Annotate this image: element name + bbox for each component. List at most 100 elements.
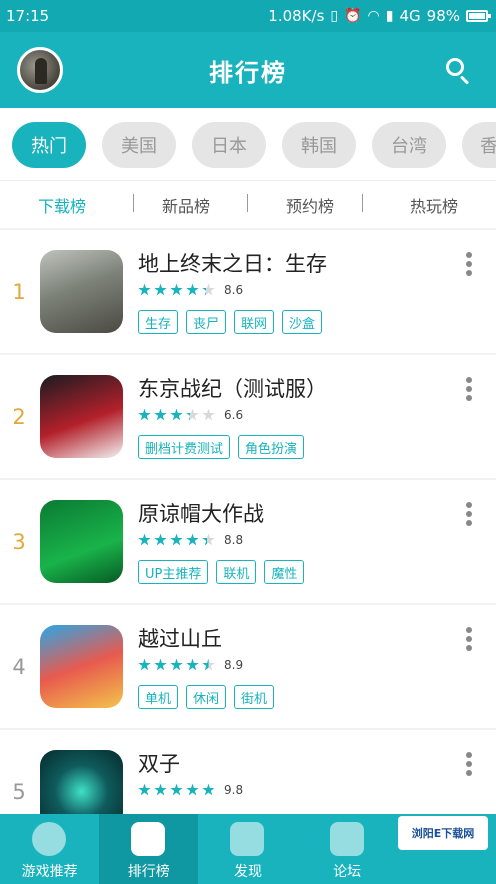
star-icon	[202, 658, 215, 671]
vibrate-icon: ▯	[330, 8, 339, 24]
tag-list: 单机 休闲 街机	[138, 685, 275, 709]
star-icon	[202, 283, 215, 296]
tag[interactable]: 休闲	[186, 685, 227, 709]
star-icon	[154, 658, 167, 671]
star-icon	[138, 408, 151, 421]
nav-label: 排行榜	[127, 864, 170, 880]
region-tab-hk[interactable]: 香	[462, 122, 496, 168]
app-name: 原谅帽大作战	[138, 502, 264, 526]
tag[interactable]: 删档计费测试	[138, 435, 231, 459]
star-icon	[186, 408, 199, 421]
app-icon[interactable]	[40, 250, 123, 333]
app-name: 地上终末之日：生存	[138, 252, 327, 276]
tag[interactable]: 联机	[216, 560, 257, 584]
rating-score: 6.6	[224, 408, 244, 422]
list-item[interactable]: 3 原谅帽大作战 8.8 UP主推荐 联机 魔性	[0, 480, 496, 603]
star-icon	[154, 533, 167, 546]
tab-hot-play[interactable]: 热玩榜	[372, 193, 496, 217]
nav-forum[interactable]: 论坛	[298, 814, 397, 884]
network-type: 4G	[399, 7, 421, 25]
star-icon	[186, 658, 199, 671]
star-icon	[154, 408, 167, 421]
sparkle-icon	[230, 822, 265, 856]
star-badge-icon	[32, 822, 66, 856]
list-item[interactable]: 5 双子 9.8	[0, 730, 496, 814]
tab-divider	[247, 194, 248, 212]
region-tab-jp[interactable]: 日本	[192, 122, 266, 168]
list-item[interactable]: 4 越过山丘 8.9 单机 休闲 街机	[0, 605, 496, 728]
more-options-icon[interactable]	[464, 627, 474, 651]
nav-label: 游戏推荐	[21, 864, 78, 880]
star-icon	[170, 408, 183, 421]
rank-tabs: 下载榜 新品榜 预约榜 热玩榜	[0, 180, 496, 228]
status-bar: 17:15 1.08K/s ▯ ⏰ ◠ ▮ 4G 98%	[0, 0, 496, 32]
nav-recommend[interactable]: 游戏推荐	[0, 814, 99, 884]
more-options-icon[interactable]	[464, 752, 474, 776]
star-icon	[186, 533, 199, 546]
star-rating: 8.6	[138, 283, 243, 297]
region-filter-bar: 热门 美国 日本 韩国 台湾 香	[0, 108, 496, 180]
star-icon	[186, 783, 199, 796]
list-item[interactable]: 2 东京战纪（测试服） 6.6 删档计费测试 角色扮演	[0, 355, 496, 478]
star-icon	[138, 533, 151, 546]
region-tab-us[interactable]: 美国	[102, 122, 176, 168]
star-rating: 9.8	[138, 783, 243, 797]
tag-list: 生存 丧尸 联网 沙盒	[138, 310, 323, 334]
wifi-icon: ◠	[367, 8, 380, 24]
app-icon[interactable]	[40, 375, 123, 458]
app-icon[interactable]	[40, 500, 123, 583]
tag[interactable]: 丧尸	[186, 310, 227, 334]
star-icon	[154, 783, 167, 796]
tab-downloads[interactable]: 下载榜	[0, 193, 124, 217]
region-tab-kr[interactable]: 韩国	[282, 122, 356, 168]
more-options-icon[interactable]	[464, 377, 474, 401]
star-icon	[186, 283, 199, 296]
rank-number: 3	[12, 530, 26, 554]
tab-new[interactable]: 新品榜	[124, 193, 248, 217]
star-icon	[154, 283, 167, 296]
more-options-icon[interactable]	[464, 252, 474, 276]
star-icon	[170, 658, 183, 671]
rating-score: 8.9	[224, 658, 244, 672]
tag[interactable]: 生存	[138, 310, 179, 334]
battery-icon	[466, 10, 491, 22]
region-tab-hot[interactable]: 热门	[12, 122, 86, 168]
tag[interactable]: 沙盒	[282, 310, 323, 334]
rank-number: 1	[12, 280, 26, 304]
tag-list: 删档计费测试 角色扮演	[138, 435, 305, 459]
trophy-icon	[131, 822, 166, 856]
rating-score: 8.6	[224, 283, 244, 297]
app-name: 东京战纪（测试服）	[138, 377, 327, 401]
app-header: 排行榜	[0, 32, 496, 108]
region-tab-tw[interactable]: 台湾	[372, 122, 446, 168]
game-list: 1 地上终末之日：生存 8.6 生存 丧尸 联网 沙盒 2 东京战纪（测试服） 6.6 删档计费测试…	[0, 230, 496, 814]
tag[interactable]: 单机	[138, 685, 179, 709]
nav-discover[interactable]: 发现	[198, 814, 297, 884]
tab-reservations[interactable]: 预约榜	[248, 193, 372, 217]
page-title: 排行榜	[209, 58, 287, 87]
list-item[interactable]: 1 地上终末之日：生存 8.6 生存 丧尸 联网 沙盒	[0, 230, 496, 353]
app-icon[interactable]	[40, 750, 123, 814]
rank-number: 4	[12, 655, 26, 679]
app-name: 双子	[138, 752, 180, 776]
app-icon[interactable]	[40, 625, 123, 708]
tab-divider	[133, 194, 134, 212]
tag[interactable]: 联网	[234, 310, 275, 334]
search-icon[interactable]	[444, 56, 474, 86]
star-rating: 8.8	[138, 533, 243, 547]
tag[interactable]: 魔性	[264, 560, 305, 584]
rating-score: 8.8	[224, 533, 244, 547]
nav-ranking[interactable]: 排行榜	[99, 814, 199, 884]
signal-icon: ▮	[385, 8, 394, 24]
tag[interactable]: 街机	[234, 685, 275, 709]
chat-icon	[329, 822, 364, 856]
more-options-icon[interactable]	[464, 502, 474, 526]
tag[interactable]: 角色扮演	[238, 435, 305, 459]
tag-list: UP主推荐 联机 魔性	[138, 560, 305, 584]
app-name: 越过山丘	[138, 627, 222, 651]
avatar[interactable]	[17, 47, 63, 93]
rating-score: 9.8	[224, 783, 244, 797]
battery-percent: 98%	[426, 7, 460, 25]
tag[interactable]: UP主推荐	[138, 560, 209, 584]
star-rating: 6.6	[138, 408, 243, 422]
